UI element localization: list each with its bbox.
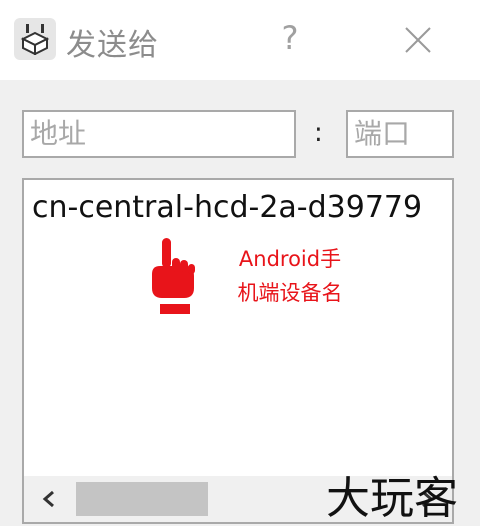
annotation-line-2: 机端设备名 (237, 281, 343, 305)
close-icon (405, 27, 431, 53)
chevron-left-icon (42, 490, 54, 508)
watermark: 大玩客 (326, 473, 458, 524)
close-button[interactable] (398, 20, 438, 60)
scrollbar-thumb[interactable] (76, 482, 208, 516)
port-input[interactable]: 端口 (346, 110, 454, 158)
device-list-item[interactable]: cn-central-hcd-2a-d39779 (32, 190, 422, 225)
app-icon (14, 18, 56, 60)
address-port-separator: : (314, 118, 323, 148)
help-button[interactable]: ? (274, 18, 306, 58)
title-bar: 发送给 ? (0, 0, 480, 80)
annotation-line-1: Android手 (238, 247, 342, 271)
device-name-annotation: Android手 机端设备名 (210, 242, 370, 310)
address-input[interactable]: 地址 (22, 110, 296, 158)
window-title: 发送给 (66, 28, 159, 63)
pointing-hand-icon (146, 236, 206, 316)
scroll-left-button[interactable] (34, 484, 64, 514)
